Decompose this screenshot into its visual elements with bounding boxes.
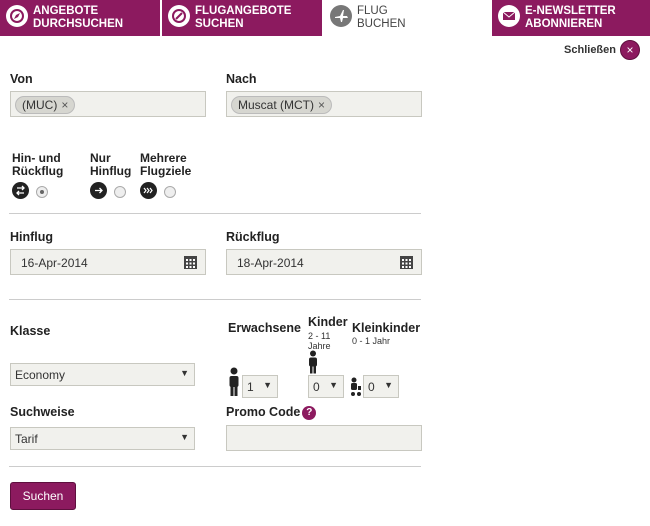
chevron-down-icon: ▼ [180,432,189,442]
child-icon [309,350,317,374]
envelope-icon [498,5,520,27]
return-label: Rückflug [226,230,280,244]
help-icon[interactable]: ? [302,406,317,420]
class-label: Klasse [10,324,51,338]
infants-age-range: 0 - 1 Jahr [352,336,391,346]
class-select[interactable]: Economy ▼ [10,363,195,386]
tab-bar: ANGEBOTE DURCHSUCHEN FLUGANGEBOTE SUCHEN… [0,0,650,36]
tab-label: ANGEBOTE DURCHSUCHEN [33,5,124,30]
search-button[interactable]: Suchen [10,482,76,510]
return-date-field[interactable]: 18-Apr-2014 [226,249,422,275]
divider [9,213,421,214]
airplane-icon [330,5,352,27]
search-mode-label: Suchweise [10,405,75,419]
calendar-icon[interactable] [399,255,414,270]
to-field[interactable]: Muscat (MCT) × [226,91,422,117]
roundtrip-radio[interactable] [36,186,48,198]
tab-browse-offers[interactable]: ANGEBOTE DURCHSUCHEN [0,0,160,36]
remove-icon[interactable]: × [318,98,325,112]
search-mode-value: Tarif [15,432,38,446]
adults-select[interactable]: 1 ▼ [242,375,278,398]
from-field[interactable]: (MUC) × [10,91,206,117]
class-value: Economy [15,368,66,382]
divider [9,466,421,467]
chevron-down-icon: ▼ [263,380,272,390]
adult-icon [229,367,239,396]
close-icon[interactable]: × [620,40,640,60]
from-chip[interactable]: (MUC) × [15,96,76,114]
divider [9,299,421,300]
to-label: Nach [226,72,257,86]
from-label: Von [10,72,33,86]
tab-label: FLUGANGEBOTE SUCHEN [195,5,292,30]
chevron-down-icon: ▼ [180,368,189,378]
chevron-down-icon: ▼ [329,380,338,390]
percent-icon [168,5,190,27]
compass-icon [6,5,28,27]
tab-label: E-NEWSLETTER ABONNIEREN [525,5,616,30]
outbound-date: 16-Apr-2014 [21,256,88,270]
trip-type-label: Nur Hinflug [90,151,132,178]
children-age-range: 2 - 11 Jahre [308,331,331,351]
to-chip-text: Muscat (MCT) [238,98,314,112]
outbound-date-field[interactable]: 16-Apr-2014 [10,249,206,275]
adults-value: 1 [247,380,254,394]
multicity-icon [140,182,157,199]
adults-label: Erwachsene [228,321,301,335]
tab-label: FLUG BUCHEN [357,5,406,30]
to-chip[interactable]: Muscat (MCT) × [231,96,333,114]
infants-select[interactable]: 0 ▼ [363,375,399,398]
multicity-radio[interactable] [164,186,176,198]
tab-newsletter[interactable]: E-NEWSLETTER ABONNIEREN [492,0,650,36]
children-label: Kinder [308,315,348,329]
trip-type-label: Mehrere Flugziele [140,151,192,178]
children-select[interactable]: 0 ▼ [308,375,344,398]
from-chip-text: (MUC) [22,98,58,112]
close-label: Schließen [564,44,616,56]
promo-code-label: Promo Code? [226,405,317,420]
return-date: 18-Apr-2014 [237,256,304,270]
calendar-icon[interactable] [183,255,198,270]
oneway-radio[interactable] [114,186,126,198]
tab-search-deals[interactable]: FLUGANGEBOTE SUCHEN [162,0,322,36]
promo-code-input[interactable] [226,425,422,451]
roundtrip-icon [12,182,29,199]
infants-value: 0 [368,380,375,394]
remove-icon[interactable]: × [61,98,68,112]
infant-icon [351,377,361,396]
chevron-down-icon: ▼ [384,380,393,390]
search-mode-select[interactable]: Tarif ▼ [10,427,195,450]
promo-code-text: Promo Code [226,405,301,419]
trip-type-label: Hin- und Rückflug [12,151,64,178]
children-value: 0 [313,380,320,394]
oneway-icon [90,182,107,199]
tab-book-flight[interactable]: FLUG BUCHEN [324,0,490,36]
outbound-label: Hinflug [10,230,54,244]
infants-label: Kleinkinder [352,321,421,335]
